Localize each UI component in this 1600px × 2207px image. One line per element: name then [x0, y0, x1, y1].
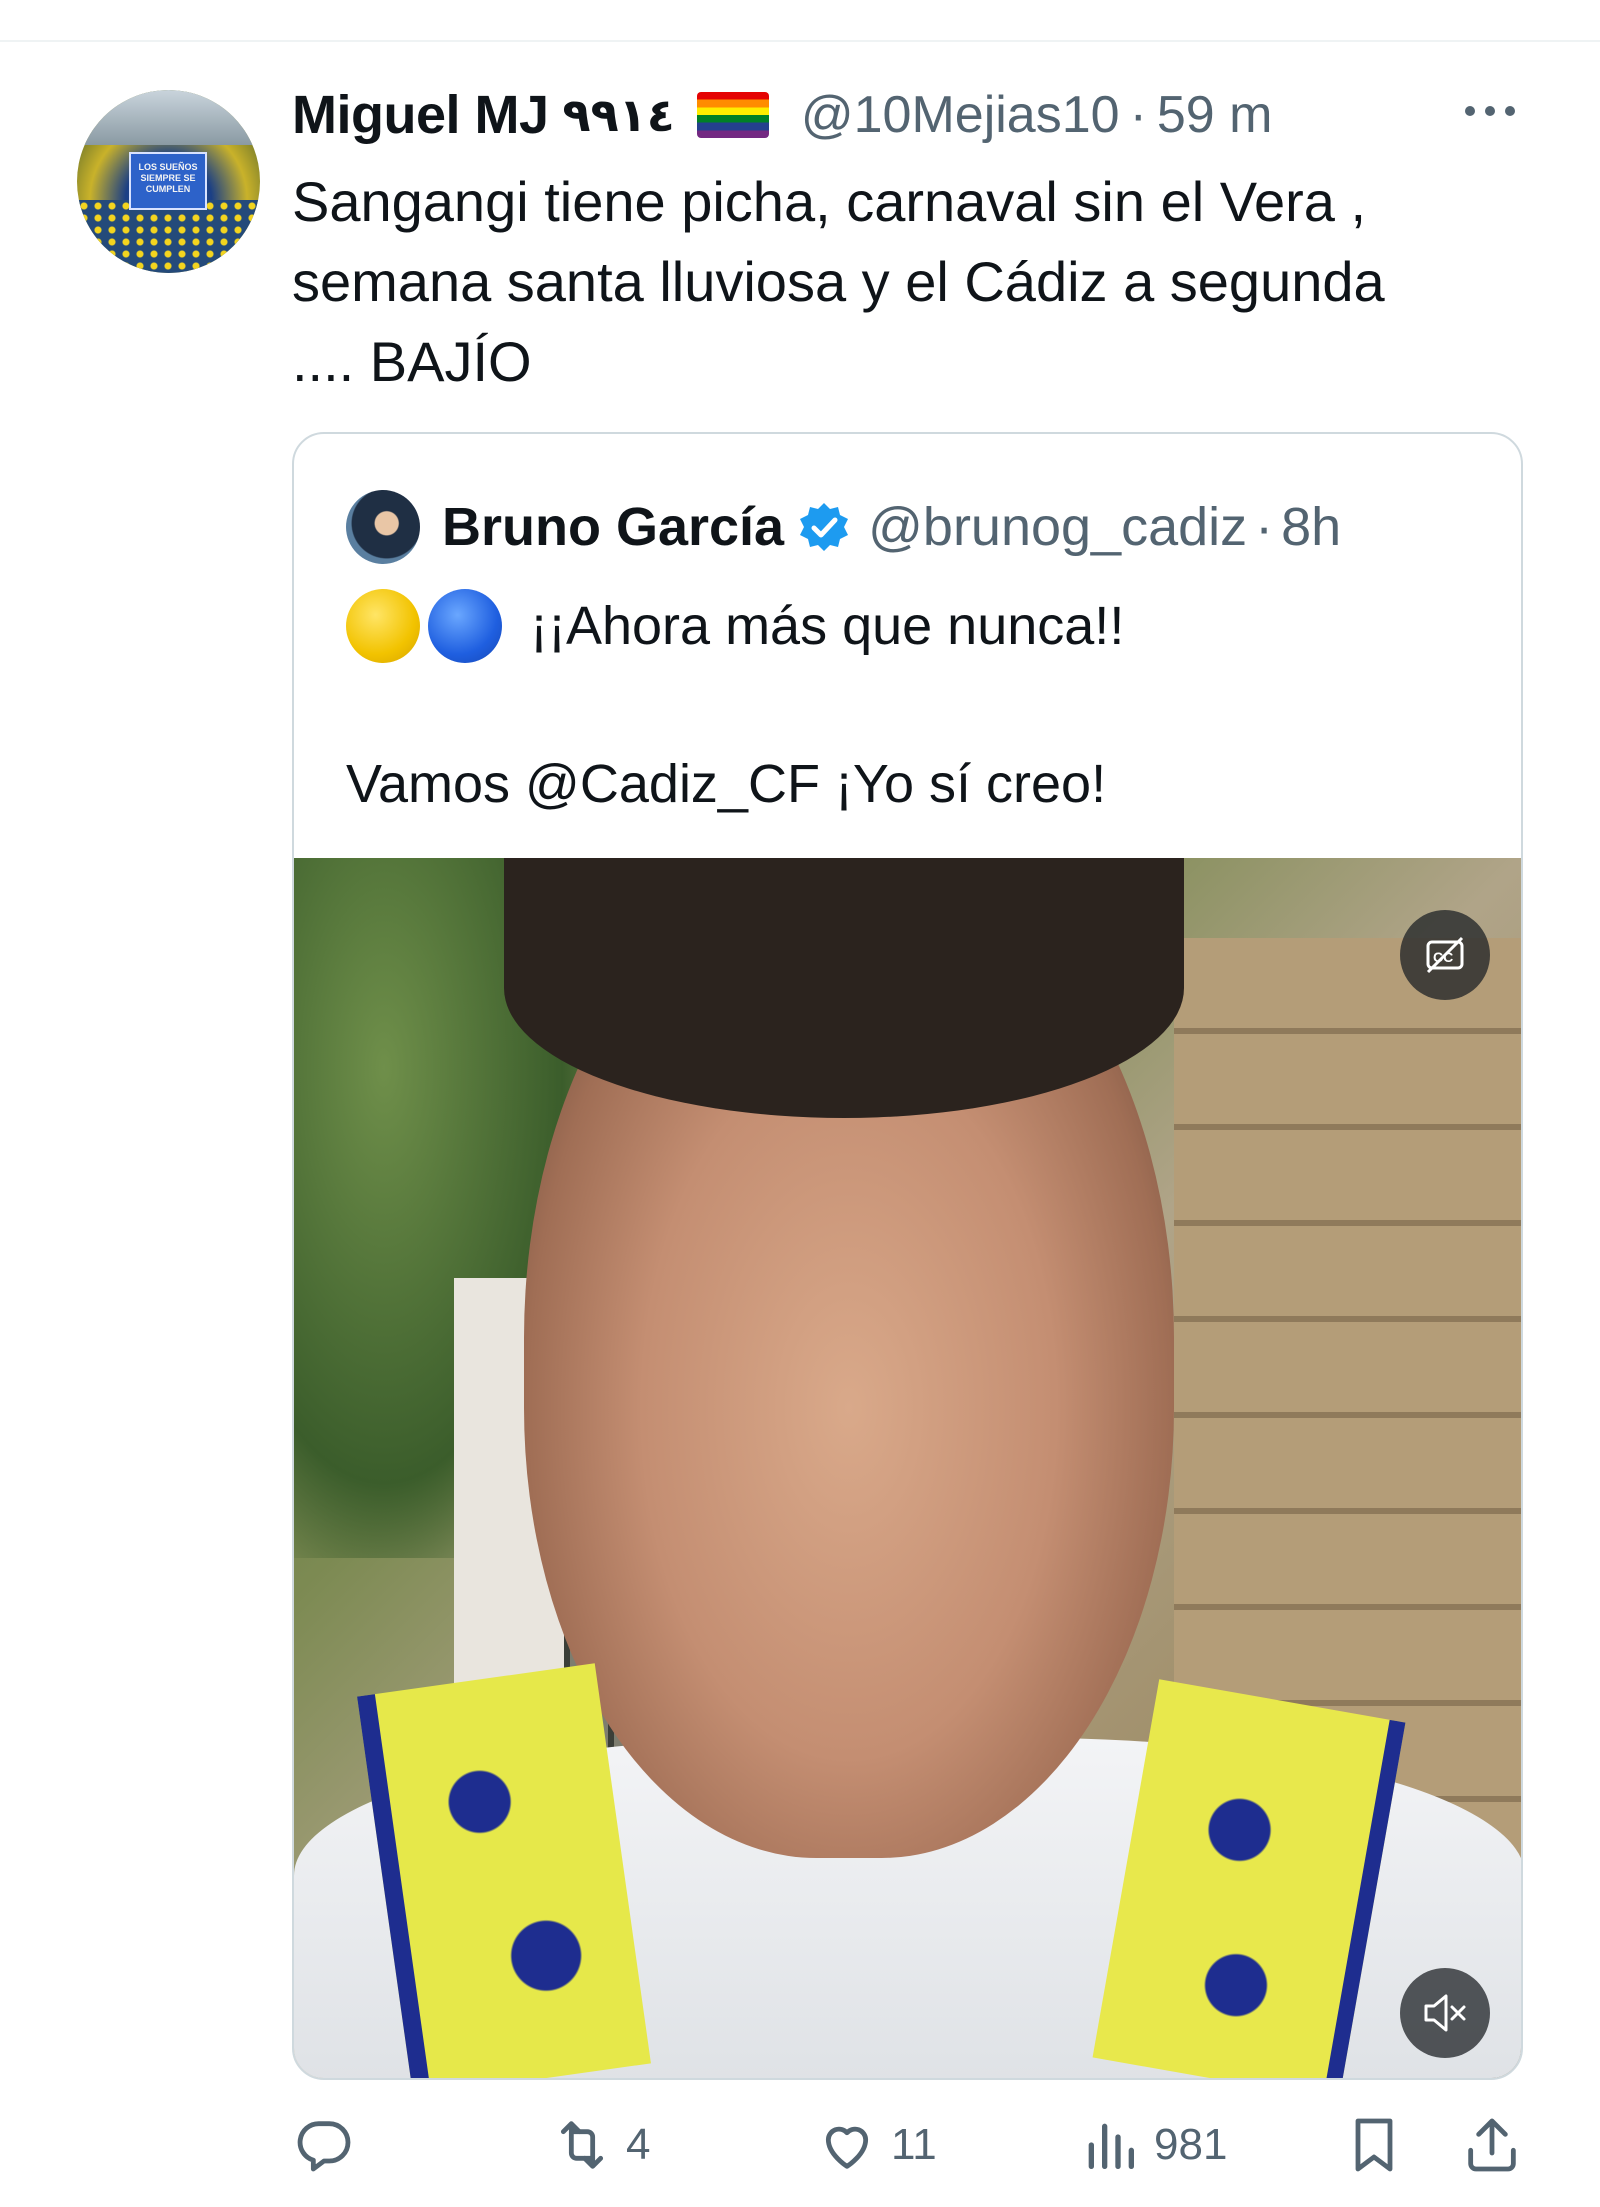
action-bar: 4 11 981 [292, 2110, 1532, 2180]
yellow-circle-emoji [346, 589, 420, 663]
quoted-author-name[interactable]: Bruno García [442, 496, 784, 558]
author-display-name[interactable]: Miguel MJ [292, 84, 549, 146]
muted-speaker-svg [1424, 1994, 1466, 2032]
like-count: 11 [891, 2120, 937, 2169]
captions-off-icon[interactable]: CC [1400, 910, 1490, 1000]
bookmark-button[interactable] [1342, 2110, 1406, 2180]
quoted-header-separator: · [1255, 497, 1274, 557]
quoted-video[interactable]: CC [294, 858, 1521, 2078]
reply-button[interactable] [292, 2110, 368, 2180]
views-button[interactable]: 981 [1078, 2110, 1227, 2180]
views-icon [1088, 2123, 1134, 2169]
video-hair [504, 858, 1184, 1118]
avatar-sky [77, 90, 260, 145]
more-icon[interactable] [1460, 98, 1520, 128]
quoted-text-line1-text: ¡¡Ahora más que nunca!! [530, 596, 1125, 656]
captions-off-svg: CC [1426, 936, 1464, 974]
views-count: 981 [1154, 2120, 1228, 2169]
quoted-text-line1: ¡¡Ahora más que nunca!! [346, 586, 1446, 666]
author-handle[interactable]: @10Mejias10 [801, 85, 1120, 145]
quoted-tweet-header: Bruno García @brunog_cadiz · 8h [442, 490, 1502, 564]
tweet-text: Sangangi tiene picha, carnaval sin el Ve… [292, 170, 1385, 393]
avatar-crowd [77, 200, 260, 273]
quoted-timestamp[interactable]: 8h [1281, 496, 1341, 558]
quoted-tweet-card[interactable]: Bruno García @brunog_cadiz · 8h ¡¡Ahora … [292, 432, 1523, 2080]
quoted-author-avatar[interactable] [346, 490, 420, 564]
heart-icon [825, 2126, 869, 2169]
share-icon [1468, 2118, 1516, 2172]
repost-button[interactable]: 4 [550, 2110, 650, 2180]
author-avatar[interactable]: LOS SUEÑOS SIEMPRE SE CUMPLEN [77, 90, 260, 273]
tweet-header: Miguel MJ ٩٩١٤ @10Mejias10 · 59 m [292, 82, 1532, 148]
verified-badge-icon [798, 501, 850, 553]
verified-badge-svg [800, 503, 849, 551]
avatar-banner-text: LOS SUEÑOS SIEMPRE SE CUMPLEN [129, 152, 207, 210]
header-separator: · [1129, 86, 1147, 144]
author-name-suffix: ٩٩١٤ [562, 89, 675, 141]
post-timestamp[interactable]: 59 m [1157, 85, 1273, 145]
quoted-text-line2: Vamos @Cadiz_CF ¡Yo sí creo! [346, 754, 1107, 814]
like-button[interactable]: 11 [815, 2110, 937, 2180]
share-button[interactable] [1460, 2110, 1524, 2180]
reply-icon [297, 2121, 351, 2172]
bookmark-icon [1355, 2118, 1393, 2172]
more-icon-svg [1465, 106, 1515, 116]
quoted-author-handle[interactable]: @brunog_cadiz [868, 496, 1247, 558]
blue-circle-emoji [428, 589, 502, 663]
repost-count: 4 [626, 2120, 651, 2169]
repost-icon [560, 2121, 604, 2169]
rainbow-flag-icon [696, 92, 769, 138]
tweet[interactable]: LOS SUEÑOS SIEMPRE SE CUMPLEN Miguel MJ … [0, 0, 1600, 2207]
muted-speaker-icon[interactable] [1400, 1968, 1490, 2058]
